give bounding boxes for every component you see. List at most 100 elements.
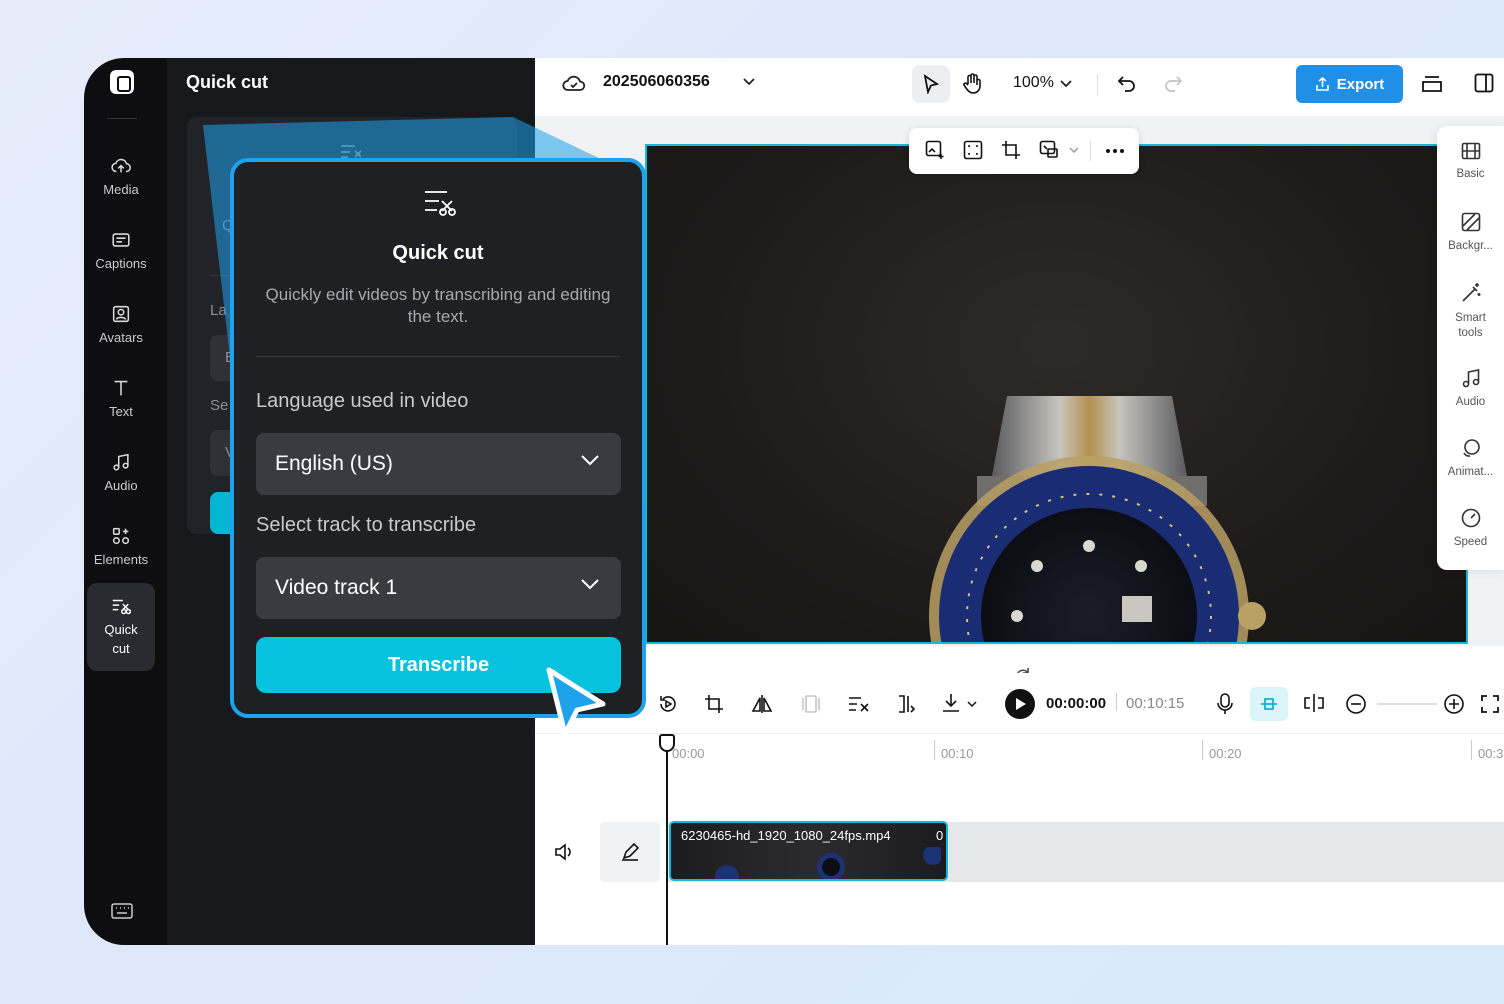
popup-divider [256, 356, 620, 357]
split-cut-icon[interactable] [896, 694, 916, 714]
music-note-icon [113, 453, 129, 471]
video-preview[interactable] [645, 144, 1468, 644]
toolbar-divider [1097, 74, 1098, 96]
rail-label: Text [109, 403, 133, 419]
properties-panel: Basic Backgr... Smart tools Audio Animat… [1437, 126, 1504, 570]
keyboard-icon[interactable] [111, 903, 133, 919]
cloud-upload-icon [111, 158, 131, 172]
prop-label: Animat... [1447, 466, 1494, 478]
clip-thumbnails [715, 847, 941, 879]
rail-item-captions[interactable]: Captions [87, 218, 155, 284]
chevron-down-icon [581, 579, 599, 590]
text-t-icon [114, 380, 128, 395]
select-tool-button[interactable] [912, 65, 950, 103]
rail-label: Captions [95, 255, 147, 271]
hand-icon [963, 73, 981, 94]
prop-animation[interactable]: Animat... [1437, 438, 1504, 480]
total-timecode: 00:10:15 [1126, 695, 1185, 712]
replay-icon[interactable] [658, 694, 678, 714]
language-select[interactable]: English (US) [256, 433, 621, 495]
fit-frame-icon[interactable] [963, 140, 983, 160]
zoom-out-icon[interactable] [1345, 693, 1367, 715]
quick-cut-icon [425, 191, 456, 216]
toolbar-divider [1090, 141, 1091, 161]
replace-media-icon[interactable] [1039, 140, 1059, 160]
crop-icon[interactable] [704, 694, 724, 714]
rail-item-text[interactable]: Text [87, 366, 155, 432]
play-button[interactable] [1005, 689, 1035, 719]
track-select[interactable]: Video track 1 [256, 557, 621, 619]
chevron-down-icon[interactable] [967, 701, 977, 708]
chevron-down-icon[interactable] [1069, 147, 1079, 154]
track-value: Video track 1 [275, 576, 398, 599]
cloud-saved-icon[interactable] [562, 73, 586, 93]
canvas-stage: Basic Backgr... Smart tools Audio Animat… [535, 116, 1504, 710]
export-label: Export [1336, 75, 1385, 93]
rail-label: Media [103, 181, 139, 197]
timeline-tracks: 6230465-hd_1920_1080_24fps.mp4 0 [535, 773, 1504, 945]
track-edit-button[interactable] [600, 822, 660, 882]
avatar-icon [112, 305, 130, 322]
ruler-label: 00:10 [941, 746, 974, 761]
prop-speed[interactable]: Speed [1437, 508, 1504, 550]
rail-label: Audio [104, 477, 138, 493]
prop-smart-tools[interactable]: Smart tools [1437, 282, 1504, 341]
zoom-in-icon[interactable] [1443, 693, 1465, 715]
popup-description: Quickly edit videos by transcribing and … [265, 285, 611, 326]
clip-name: 6230465-hd_1920_1080_24fps.mp4 [681, 828, 891, 843]
microphone-icon[interactable] [1217, 693, 1233, 715]
snap-icon [1261, 698, 1277, 710]
playhead-handle[interactable] [659, 734, 675, 752]
rail-item-quick-cut[interactable]: Quick cut [87, 583, 155, 671]
prop-label: Backgr... [1448, 240, 1493, 252]
language-value: English (US) [275, 452, 393, 475]
magnet-snap-button[interactable] [1250, 687, 1288, 721]
split-track-icon[interactable] [1303, 693, 1325, 713]
app-logo-icon[interactable] [110, 70, 134, 94]
undo-icon[interactable] [1117, 74, 1137, 94]
rail-item-media[interactable]: Media [87, 144, 155, 210]
rail-label-line1: Quick [104, 622, 138, 638]
zoom-level[interactable]: 100% [1013, 74, 1054, 92]
image-add-icon[interactable] [925, 140, 945, 160]
timeline-ruler: 00:00 00:10 00:20 00:3 [535, 733, 1504, 773]
prop-label: Basic [1456, 168, 1485, 180]
rail-item-elements[interactable]: Elements [87, 514, 155, 580]
basic-film-icon [1461, 142, 1480, 160]
hand-tool-button[interactable] [953, 65, 991, 103]
watch-image [929, 396, 1266, 642]
prop-label-line2: tools [1458, 326, 1483, 339]
rail-item-audio[interactable]: Audio [87, 440, 155, 506]
redo-icon[interactable] [1163, 74, 1183, 94]
layers-stack-icon[interactable] [1421, 73, 1443, 95]
chevron-down-icon[interactable] [743, 78, 755, 86]
download-icon[interactable] [942, 693, 964, 713]
ruler-label: 00:00 [672, 746, 705, 761]
split-panel-icon[interactable] [1474, 73, 1494, 93]
quick-cut-icon[interactable] [848, 695, 870, 713]
ruler-label: 00:20 [1209, 746, 1242, 761]
freeze-frame-icon[interactable] [801, 694, 821, 714]
popup-title: Quick cut [392, 242, 484, 264]
prop-label: Audio [1455, 396, 1486, 408]
chevron-down-icon [581, 455, 599, 466]
pointer-icon [923, 74, 940, 94]
zoom-slider[interactable] [1377, 703, 1437, 705]
prop-basic[interactable]: Basic [1437, 142, 1504, 182]
fullscreen-icon[interactable] [1481, 695, 1499, 713]
more-options-icon[interactable] [1105, 148, 1125, 154]
video-clip[interactable]: 6230465-hd_1920_1080_24fps.mp4 0 [669, 821, 948, 881]
chevron-down-icon[interactable] [1060, 80, 1072, 88]
crop-icon[interactable] [1001, 140, 1021, 160]
playhead-line[interactable] [666, 736, 668, 945]
prop-audio[interactable]: Audio [1437, 368, 1504, 410]
track-label: Select track to transcribe [256, 514, 477, 536]
flip-icon[interactable] [751, 694, 773, 714]
rail-item-avatars[interactable]: Avatars [87, 292, 155, 358]
export-share-icon [1315, 76, 1329, 91]
export-button[interactable]: Export [1296, 65, 1403, 103]
project-name[interactable]: 202506060356 [603, 73, 710, 91]
ruler-tick [1471, 740, 1472, 760]
prop-background[interactable]: Backgr... [1437, 212, 1504, 254]
volume-icon[interactable] [554, 843, 574, 861]
